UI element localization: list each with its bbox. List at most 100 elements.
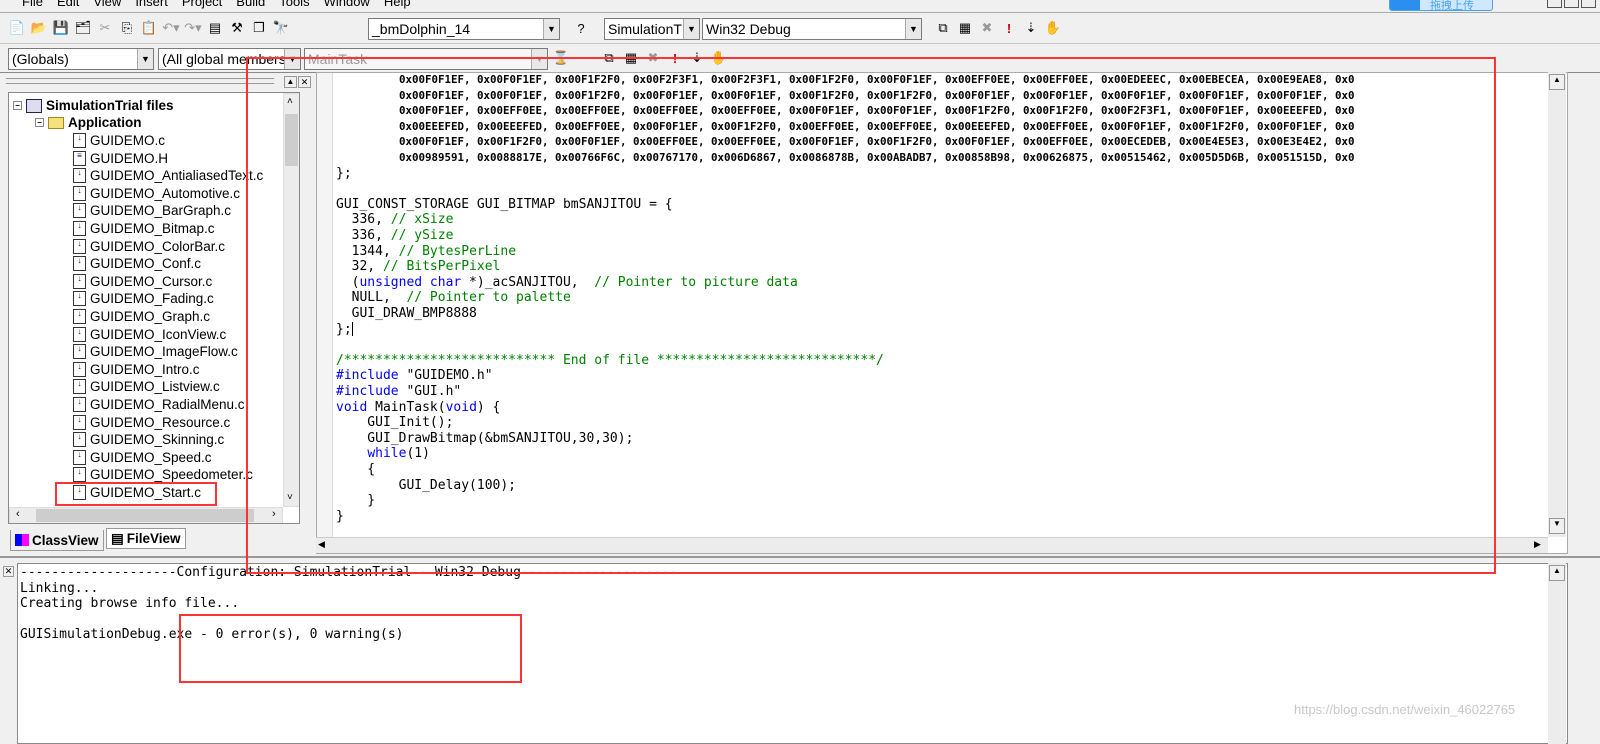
- stop-build-icon[interactable]: ✖: [977, 18, 997, 38]
- scroll-right-icon[interactable]: ▶: [1534, 539, 1541, 550]
- build-icon[interactable]: ▦: [955, 18, 975, 38]
- output-line: Linking...: [20, 580, 99, 596]
- close-button[interactable]: [1581, 0, 1596, 8]
- redo-icon[interactable]: ↷▾: [183, 18, 203, 38]
- annotation-box-start-file: [55, 482, 217, 506]
- menu-item-tools[interactable]: Tools: [279, 0, 309, 9]
- tree-file-item[interactable]: ↓ GUIDEMO_Automotive.c: [73, 185, 240, 202]
- config-combo[interactable]: Win32 Debug ▼: [702, 18, 922, 40]
- source-file-icon: ↓: [73, 379, 86, 395]
- file-icon: ▤: [111, 530, 124, 546]
- new-file-icon[interactable]: 📄: [7, 18, 27, 38]
- upload-icon: [1390, 0, 1420, 10]
- menu-item-edit[interactable]: Edit: [57, 0, 79, 9]
- source-file-icon: ↓: [73, 256, 86, 272]
- paste-icon[interactable]: 📋: [139, 18, 159, 38]
- output-window-icon[interactable]: ⚒: [227, 18, 247, 38]
- tree-file-item[interactable]: ↓ GUIDEMO_Conf.c: [73, 255, 201, 272]
- source-file-icon: ↓: [73, 168, 86, 184]
- tree-file-item[interactable]: ↓ GUIDEMO_AntialiasedText.c: [73, 167, 263, 184]
- chevron-down-icon: ▼: [137, 49, 153, 69]
- editor-vertical-scrollbar[interactable]: ▲ ▼: [1548, 72, 1566, 537]
- open-folder-icon[interactable]: 📂: [29, 18, 49, 38]
- folder-icon: [48, 116, 64, 129]
- source-file-icon: ↓: [73, 238, 86, 254]
- source-file-icon: ↓: [73, 273, 86, 289]
- scroll-thumb[interactable]: [36, 509, 254, 522]
- collapse-icon[interactable]: −: [35, 118, 44, 127]
- execute-icon[interactable]: !: [999, 18, 1019, 38]
- copy-icon[interactable]: ⎘: [117, 18, 137, 38]
- tree-file-item[interactable]: ↓ GUIDEMO_Resource.c: [73, 414, 230, 431]
- menu-item-file[interactable]: File: [22, 0, 43, 9]
- find-icon[interactable]: ?: [571, 18, 591, 38]
- tree-file-item[interactable]: ↓ GUIDEMO_Speed.c: [73, 449, 212, 466]
- menu-item-build[interactable]: Build: [236, 0, 265, 9]
- tree-file-item[interactable]: ↓ GUIDEMO_Listview.c: [73, 378, 220, 395]
- project-combo[interactable]: SimulationT ▼: [604, 18, 700, 40]
- tree-folder[interactable]: − Application: [35, 114, 142, 131]
- output-close-icon[interactable]: ✕: [3, 566, 14, 577]
- source-file-icon: ↓: [73, 221, 86, 236]
- watermark: https://blog.csdn.net/weixin_46022765: [1294, 702, 1516, 717]
- tree-file-item[interactable]: ↓ GUIDEMO.c: [73, 132, 165, 149]
- scroll-left-icon[interactable]: ‹: [16, 508, 20, 520]
- save-icon[interactable]: 💾: [51, 18, 71, 38]
- go-icon[interactable]: ⇣: [1021, 18, 1041, 38]
- cut-icon[interactable]: ✂: [95, 18, 115, 38]
- tree-file-item[interactable]: ↓ GUIDEMO_ImageFlow.c: [73, 343, 238, 360]
- tree-file-item[interactable]: ≡ GUIDEMO.H: [73, 150, 168, 167]
- scroll-down-icon[interactable]: ▼: [1549, 518, 1565, 534]
- menu-bar: File Edit View Insert Project Build Tools Windo…: [0, 0, 1600, 9]
- save-all-icon[interactable]: 🗂: [73, 18, 93, 38]
- tree-file-item[interactable]: ↓ GUIDEMO_Fading.c: [73, 290, 214, 307]
- source-file-icon: ↓: [73, 309, 86, 324]
- tree-file-item[interactable]: ↓ GUIDEMO_Bitmap.c: [73, 220, 215, 237]
- panel-gripper[interactable]: [6, 78, 274, 84]
- upload-badge[interactable]: 拖拽上传: [1389, 0, 1493, 11]
- window-controls: [1547, 0, 1596, 8]
- tree-file-item[interactable]: ↓ GUIDEMO_Intro.c: [73, 361, 200, 378]
- tree-file-item[interactable]: ↓ GUIDEMO_BarGraph.c: [73, 202, 231, 219]
- tree-horizontal-scrollbar[interactable]: ‹ ›: [9, 507, 283, 523]
- output-vertical-scrollbar[interactable]: ▲: [1548, 563, 1566, 744]
- source-file-icon: ↓: [73, 449, 86, 465]
- tree-root[interactable]: − SimulationTrial files: [13, 97, 174, 114]
- breakpoint-icon[interactable]: ✋: [1043, 18, 1063, 38]
- restore-button[interactable]: [1564, 0, 1579, 8]
- menu-item-project[interactable]: Project: [182, 0, 222, 9]
- chevron-down-icon: ▼: [683, 19, 699, 39]
- menu-item-help[interactable]: Help: [384, 0, 411, 9]
- undo-icon[interactable]: ↶▾: [161, 18, 181, 38]
- tab-fileview[interactable]: ▤ FileView: [106, 528, 186, 549]
- source-file-icon: ↓: [73, 291, 86, 307]
- source-file-icon: ↓: [73, 203, 86, 219]
- tree-file-item[interactable]: ↓ GUIDEMO_Graph.c: [73, 308, 210, 325]
- standard-toolbar: 📄 📂 💾 🗂 ✂ ⎘ 📋 ↶▾ ↷▾ ▤ ⚒ ❐ 🔭: [6, 14, 292, 42]
- tree-file-item[interactable]: ↓ GUIDEMO_RadialMenu.c: [73, 396, 245, 413]
- chevron-down-icon: ▼: [543, 19, 559, 39]
- window-list-icon[interactable]: ❐: [249, 18, 269, 38]
- tree-file-item[interactable]: ↓ GUIDEMO_Cursor.c: [73, 273, 212, 290]
- minimize-button[interactable]: [1547, 0, 1562, 8]
- scope-combo[interactable]: (Globals) ▼: [8, 48, 154, 70]
- tab-classview[interactable]: ClassView: [10, 530, 104, 551]
- menu-item-window[interactable]: Window: [324, 0, 370, 9]
- tree-file-item[interactable]: ↓ GUIDEMO_ColorBar.c: [73, 238, 225, 255]
- chevron-down-icon: ▼: [905, 19, 921, 39]
- tree-file-item[interactable]: ↓ GUIDEMO_IconView.c: [73, 326, 226, 343]
- collapse-icon[interactable]: −: [13, 101, 22, 110]
- tree-file-item[interactable]: ↓ GUIDEMO_Speedometer.c: [73, 466, 253, 483]
- source-file-icon: ↓: [73, 133, 86, 148]
- tree-file-item[interactable]: ↓ GUIDEMO_Skinning.c: [73, 431, 224, 448]
- scroll-up-icon[interactable]: ▲: [1549, 565, 1565, 581]
- menu-item-view[interactable]: View: [93, 0, 121, 9]
- compile-icon[interactable]: ⧉: [933, 18, 953, 38]
- project-icon: [26, 98, 42, 113]
- scroll-up-icon[interactable]: ▲: [1549, 74, 1565, 90]
- source-file-icon: ↓: [73, 185, 86, 201]
- find-in-files-icon[interactable]: 🔭: [271, 18, 291, 38]
- workspace-icon[interactable]: ▤: [205, 18, 225, 38]
- menu-item-insert[interactable]: Insert: [135, 0, 168, 9]
- symbol-combo[interactable]: _bmDolphin_14 ▼: [368, 18, 560, 40]
